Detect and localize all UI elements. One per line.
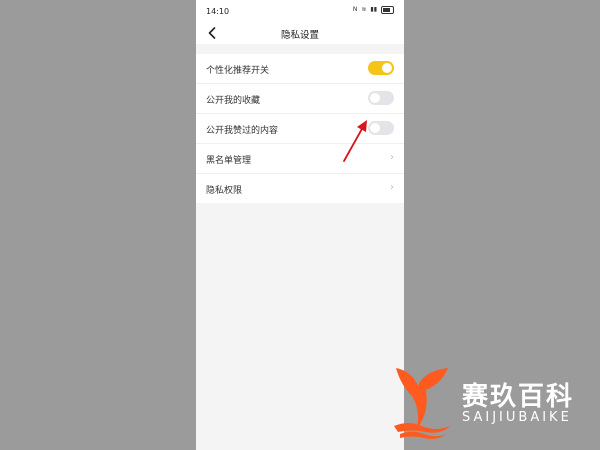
public-liked-content-toggle[interactable] [368,121,394,135]
setting-row-public-liked-content: 公开我赞过的内容 [196,114,404,144]
toggle-knob [382,63,392,73]
battery-icon [381,6,394,14]
setting-label: 公开我赞过的内容 [206,126,279,136]
chevron-right-icon: › [390,152,394,163]
setting-label: 隐私权限 [206,186,243,196]
watermark-text-en: SAIJIUBAIKE [462,410,572,425]
personalized-recommendation-toggle[interactable] [368,61,394,75]
setting-label: 黑名单管理 [206,156,252,166]
page-title: 隐私设置 [280,30,319,41]
signal-icon: ▮▮ [370,6,377,13]
watermark-text-cn: 赛玖百科 [462,382,575,412]
public-favorites-toggle[interactable] [368,91,394,105]
setting-label: 公开我的收藏 [206,96,261,106]
settings-list: 个性化推荐开关 公开我的收藏 公开我赞过的内容 黑名单管理 › 隐私权限 › [196,54,404,203]
status-time: 14:10 [206,7,230,16]
toggle-knob [370,123,380,133]
wifi-icon: ≋ [361,6,367,13]
setting-label: 个性化推荐开关 [206,66,270,76]
watermark-logo-icon [394,368,450,439]
annotation-arrow-icon [343,120,367,162]
setting-row-public-favorites: 公开我的收藏 [196,84,404,114]
status-bar: 14:10 N ≋ ▮▮ [196,0,404,22]
toggle-knob [370,93,380,103]
chevron-right-icon: › [390,182,394,193]
header-bar: 隐私设置 [196,22,404,44]
phone-screen: 14:10 N ≋ ▮▮ 隐私设置 个性化推荐开关 公开我的收藏 公开我赞过的内… [196,0,404,450]
status-icons: N ≋ ▮▮ [353,6,394,14]
setting-row-personalized-recommendation: 个性化推荐开关 [196,54,404,84]
setting-row-privacy-permissions[interactable]: 隐私权限 › [196,174,404,203]
watermark: 赛玖百科 SAIJIUBAIKE [390,364,590,442]
nfc-icon: N [352,6,358,13]
setting-row-blacklist-management[interactable]: 黑名单管理 › [196,144,404,174]
